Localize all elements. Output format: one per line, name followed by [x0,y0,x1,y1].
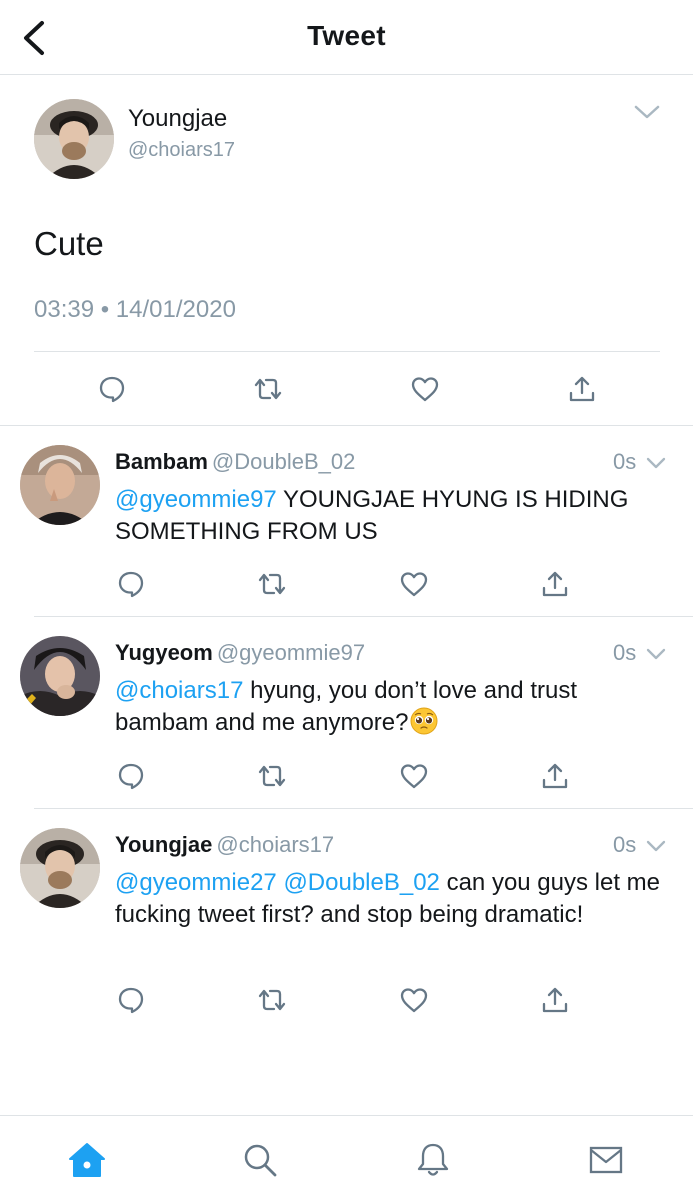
author-handle[interactable]: @DoubleB_02 [212,449,355,474]
chevron-down-icon[interactable] [632,102,662,122]
chevron-down-icon[interactable] [645,456,667,470]
share-icon [569,376,595,402]
tab-messages[interactable] [584,1140,628,1180]
share-icon [542,763,568,789]
like-icon [400,988,428,1013]
chevron-down-icon[interactable] [645,839,667,853]
avatar[interactable] [20,828,100,908]
like-button[interactable] [397,983,431,1017]
retweet-button[interactable] [255,759,289,793]
share-icon [542,987,568,1013]
reply-text: @gyeommie97 YOUNGJAE HYUNG IS HIDING SOM… [115,484,675,547]
page-title: Tweet [307,20,386,51]
author-name[interactable]: Yugyeom [115,640,213,665]
tab-notifications[interactable] [411,1140,455,1180]
like-button[interactable] [397,567,431,601]
reply-time: 0s [613,449,637,474]
retweet-icon [258,573,286,595]
pleading-face-emoji [410,707,438,734]
reply-tweet[interactable]: Bambam @DoubleB_02 0s @gyeommie97 YOUNGJA… [0,427,693,617]
reply-button[interactable] [114,983,148,1017]
search-icon [244,1144,277,1177]
reply-icon [99,376,125,403]
author-handle[interactable]: @choiars17 [216,832,334,857]
mention-link[interactable]: @choiars17 [115,677,243,704]
reply-icon [118,763,144,790]
main-tweet: Youngjae @choiars17 Cute 03:39 • 14/01/2… [0,76,693,426]
notifications-icon [417,1143,449,1176]
reply-icon [118,987,144,1014]
like-icon [411,377,439,402]
like-button[interactable] [397,759,431,793]
bottom-tab-bar [0,1115,693,1200]
reply-header: Yugyeom @gyeommie97 [115,640,365,666]
tab-home[interactable] [65,1140,109,1180]
share-button[interactable] [538,983,572,1017]
retweet-button[interactable] [251,372,285,406]
share-button[interactable] [538,567,572,601]
reply-text: @choiars17 hyung, you don’t love and tru… [115,675,675,738]
share-button[interactable] [538,759,572,793]
like-button[interactable] [408,372,442,406]
retweet-button[interactable] [255,567,289,601]
reply-tweet[interactable]: Yugyeom @gyeommie97 0s @choiars17 hyung, … [0,618,693,809]
author-name[interactable]: Youngjae [115,832,212,857]
reply-header: Youngjae @choiars17 [115,832,334,858]
author-name[interactable]: Bambam [115,449,208,474]
like-icon [400,572,428,597]
reply-time: 0s [613,832,637,857]
reply-time: 0s [613,640,637,665]
author-handle[interactable]: @gyeommie97 [217,640,365,665]
share-icon [542,571,568,597]
tweet-timestamp: 03:39 • 14/01/2020 [34,296,236,323]
reply-button[interactable] [114,759,148,793]
author-name[interactable]: Youngjae [128,105,227,133]
top-bar: Tweet [0,0,693,75]
avatar[interactable] [34,99,114,179]
mention-link[interactable]: @gyeommie97 [115,486,277,513]
retweet-icon [258,989,286,1011]
author-handle[interactable]: @choiars17 [128,139,235,162]
divider [34,351,660,352]
retweet-icon [254,378,282,400]
reply-icon [118,571,144,598]
tab-search[interactable] [238,1140,282,1180]
divider [34,808,693,809]
reply-header: Bambam @DoubleB_02 [115,449,355,475]
divider [34,616,693,617]
home-icon [69,1143,105,1177]
reply-button[interactable] [114,567,148,601]
retweet-icon [258,765,286,787]
chevron-down-icon[interactable] [645,647,667,661]
retweet-button[interactable] [255,983,289,1017]
mention-link[interactable]: @DoubleB_02 [283,869,439,896]
like-icon [400,764,428,789]
avatar[interactable] [20,445,100,525]
tweet-text: Cute [34,225,104,262]
reply-tweet[interactable]: Youngjae @choiars17 0s @gyeommie27 @Doubl… [0,810,693,1030]
messages-icon [589,1146,623,1174]
mention-link[interactable]: @gyeommie27 [115,869,277,896]
reply-button[interactable] [95,372,129,406]
avatar[interactable] [20,636,100,716]
reply-text: @gyeommie27 @DoubleB_02 can you guys let… [115,867,675,930]
share-button[interactable] [565,372,599,406]
